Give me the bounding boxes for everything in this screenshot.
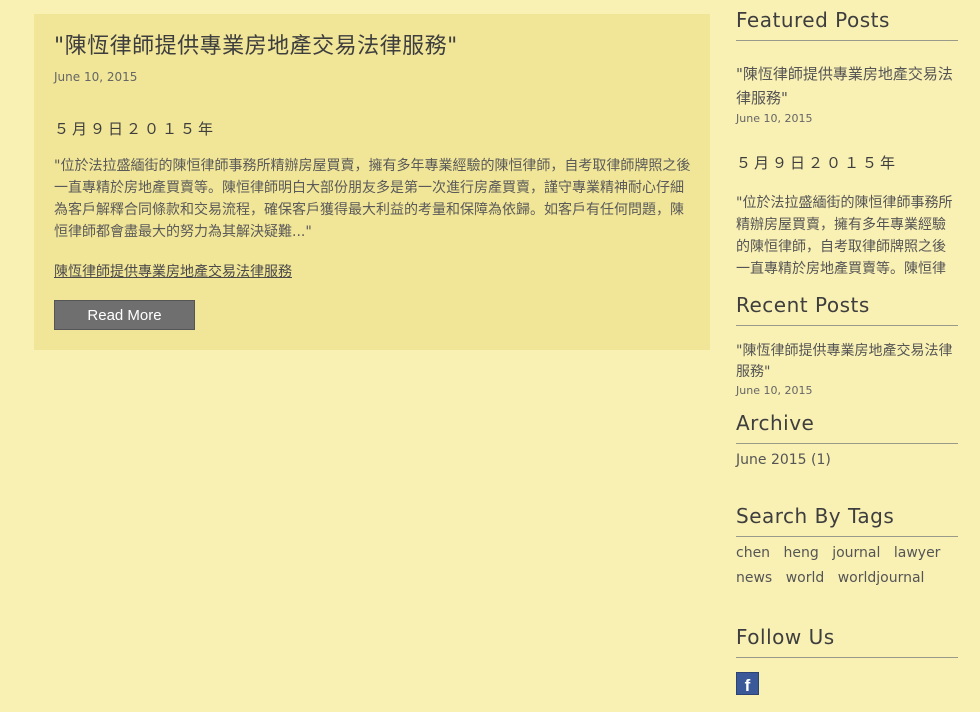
tag-item[interactable]: worldjournal [838, 570, 925, 586]
featured-post-date: June 10, 2015 [736, 112, 813, 125]
post-excerpt: "位於法拉盛緬街的陳恒律師事務所精辦房屋買賣，擁有多年專業經驗的陳恒律師，自考取… [54, 158, 691, 240]
tags-heading: Search By Tags [736, 504, 958, 537]
read-more-button[interactable]: Read More [54, 300, 195, 330]
recent-post-title[interactable]: "陳恆律師提供專業房地產交易法律服務" [736, 341, 954, 383]
featured-post-title[interactable]: "陳恆律師提供專業房地產交易法律服務" [736, 62, 954, 110]
archive-heading: Archive [736, 411, 958, 444]
follow-us-heading: Follow Us [736, 625, 958, 658]
tag-item[interactable]: world [786, 570, 825, 586]
tag-item[interactable]: news [736, 570, 772, 586]
post-card: "陳恆律師提供專業房地產交易法律服務" June 10, 2015 ５月９日２０… [34, 14, 710, 350]
post-link[interactable]: 陳恆律師提供專業房地產交易法律服務 [54, 261, 292, 281]
tag-item[interactable]: lawyer [894, 545, 941, 561]
featured-post-excerpt: "位於法拉盛緬街的陳恒律師事務所精辦房屋買賣，擁有多年專業經驗的陳恒律師，自考取… [736, 195, 953, 274]
facebook-icon[interactable]: f [736, 672, 759, 695]
tag-item[interactable]: journal [832, 545, 880, 561]
recent-post-date: June 10, 2015 [736, 384, 813, 397]
featured-post-subtitle: ５月９日２０１５年 [736, 154, 899, 172]
featured-posts-heading: Featured Posts [736, 8, 958, 41]
recent-posts-heading: Recent Posts [736, 293, 958, 326]
post-date: June 10, 2015 [54, 70, 138, 84]
tag-item[interactable]: chen [736, 545, 770, 561]
tag-item[interactable]: heng [784, 545, 819, 561]
post-title[interactable]: "陳恆律師提供專業房地產交易法律服務" [54, 32, 690, 62]
tag-list: chen heng journal lawyer news world worl… [736, 541, 958, 591]
archive-item[interactable]: June 2015 (1) [736, 452, 954, 468]
post-subtitle: ５月９日２０１５年 [54, 120, 217, 138]
